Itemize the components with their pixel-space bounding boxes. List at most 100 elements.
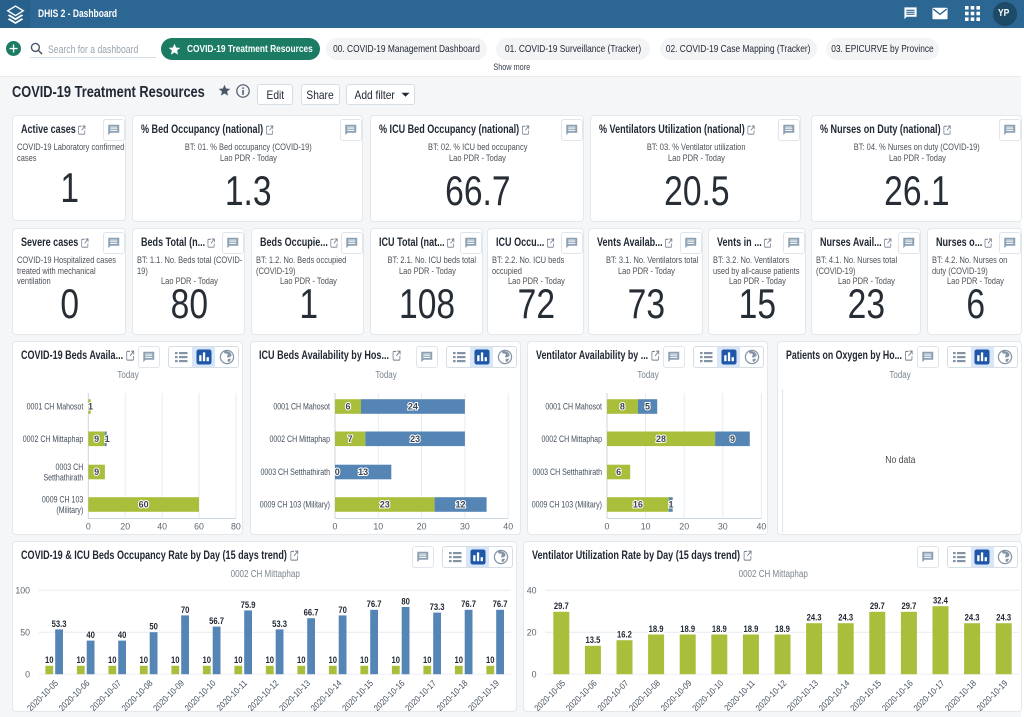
- svg-text:2020-10-19: 2020-10-19: [467, 678, 502, 712]
- svg-text:0: 0: [605, 522, 610, 532]
- svg-text:70: 70: [338, 604, 347, 615]
- svg-text:2020-10-05: 2020-10-05: [532, 678, 567, 712]
- svg-text:29.7: 29.7: [553, 601, 568, 612]
- svg-text:2020-10-15: 2020-10-15: [341, 678, 376, 712]
- svg-text:2020-10-14: 2020-10-14: [817, 678, 852, 712]
- svg-text:30: 30: [460, 522, 470, 532]
- svg-text:76.7: 76.7: [461, 599, 476, 610]
- svg-text:0003 CH: 0003 CH: [56, 462, 84, 472]
- svg-text:10: 10: [203, 655, 212, 666]
- svg-text:2020-10-06: 2020-10-06: [57, 678, 92, 712]
- svg-text:0002 CH Mittaphap: 0002 CH Mittaphap: [541, 434, 602, 444]
- svg-text:0: 0: [25, 669, 30, 679]
- svg-text:2020-10-11: 2020-10-11: [722, 678, 757, 712]
- svg-text:0001 CH Mahosot: 0001 CH Mahosot: [27, 402, 84, 412]
- svg-text:40: 40: [86, 629, 95, 640]
- svg-text:2020-10-16: 2020-10-16: [880, 678, 915, 712]
- svg-text:9: 9: [730, 434, 735, 444]
- svg-text:60: 60: [194, 522, 204, 532]
- svg-text:24.3: 24.3: [838, 612, 853, 623]
- svg-text:1: 1: [88, 402, 93, 412]
- svg-text:10: 10: [329, 655, 338, 666]
- svg-text:6: 6: [616, 467, 621, 477]
- svg-text:75.9: 75.9: [241, 599, 256, 610]
- svg-text:23: 23: [380, 500, 390, 510]
- svg-text:2020-10-17: 2020-10-17: [911, 678, 946, 712]
- svg-text:2020-10-09: 2020-10-09: [152, 678, 187, 712]
- svg-text:76.7: 76.7: [493, 599, 508, 610]
- svg-text:2020-10-11: 2020-10-11: [215, 678, 250, 712]
- svg-text:10: 10: [486, 655, 495, 666]
- svg-text:24.3: 24.3: [806, 612, 821, 623]
- svg-text:10: 10: [455, 655, 464, 666]
- svg-text:30: 30: [718, 522, 728, 532]
- svg-text:2020-10-13: 2020-10-13: [785, 678, 820, 712]
- svg-text:2020-10-10: 2020-10-10: [183, 678, 218, 712]
- svg-text:12: 12: [456, 500, 466, 510]
- svg-text:80: 80: [231, 522, 241, 532]
- svg-text:24.3: 24.3: [996, 612, 1011, 623]
- svg-text:10: 10: [266, 655, 275, 666]
- svg-text:73.3: 73.3: [430, 601, 445, 612]
- svg-text:0003 CH Setthathirath: 0003 CH Setthathirath: [260, 467, 330, 477]
- svg-text:10: 10: [423, 655, 432, 666]
- svg-text:40: 40: [757, 522, 767, 532]
- svg-text:2020-10-18: 2020-10-18: [435, 678, 470, 712]
- svg-text:16.2: 16.2: [617, 629, 632, 640]
- svg-text:53.3: 53.3: [272, 618, 287, 629]
- svg-text:20: 20: [526, 627, 536, 637]
- svg-text:40: 40: [526, 585, 536, 595]
- svg-text:20: 20: [679, 522, 689, 532]
- svg-text:0: 0: [531, 669, 536, 679]
- svg-text:0001 CH Mahosot: 0001 CH Mahosot: [545, 402, 602, 412]
- svg-text:2020-10-13: 2020-10-13: [278, 678, 313, 712]
- svg-text:32.4: 32.4: [933, 595, 948, 606]
- svg-text:66.7: 66.7: [304, 607, 319, 618]
- svg-text:0: 0: [335, 467, 340, 477]
- svg-text:20: 20: [120, 522, 130, 532]
- svg-text:10: 10: [641, 522, 651, 532]
- svg-text:1: 1: [668, 500, 673, 510]
- svg-text:18.9: 18.9: [648, 623, 663, 634]
- svg-text:10: 10: [373, 522, 383, 532]
- svg-text:40: 40: [118, 629, 127, 640]
- svg-text:10: 10: [45, 655, 54, 666]
- svg-text:2020-10-06: 2020-10-06: [564, 678, 599, 712]
- svg-text:13: 13: [358, 467, 368, 477]
- svg-text:1: 1: [105, 434, 110, 444]
- svg-text:24: 24: [408, 402, 418, 412]
- svg-text:29.7: 29.7: [869, 601, 884, 612]
- svg-text:2020-10-17: 2020-10-17: [404, 678, 439, 712]
- svg-text:(Military): (Military): [56, 505, 83, 515]
- svg-text:2020-10-19: 2020-10-19: [975, 678, 1010, 712]
- svg-text:10: 10: [77, 655, 86, 666]
- svg-text:2020-10-12: 2020-10-12: [753, 678, 788, 712]
- svg-text:13.5: 13.5: [585, 635, 600, 646]
- svg-text:2020-10-10: 2020-10-10: [690, 678, 725, 712]
- svg-text:9: 9: [94, 467, 99, 477]
- svg-text:16: 16: [633, 500, 643, 510]
- svg-text:6: 6: [345, 402, 350, 412]
- svg-text:0: 0: [86, 522, 91, 532]
- svg-text:2020-10-08: 2020-10-08: [627, 678, 662, 712]
- svg-text:100: 100: [15, 585, 30, 595]
- svg-text:53.3: 53.3: [52, 618, 67, 629]
- svg-text:80: 80: [401, 596, 410, 607]
- svg-text:70: 70: [181, 604, 190, 615]
- svg-text:2020-10-07: 2020-10-07: [89, 678, 124, 712]
- svg-text:2020-10-18: 2020-10-18: [943, 678, 978, 712]
- svg-text:18.9: 18.9: [680, 623, 695, 634]
- svg-text:8: 8: [620, 402, 625, 412]
- svg-text:0001 CH Mahosot: 0001 CH Mahosot: [273, 402, 330, 412]
- svg-text:56.7: 56.7: [209, 615, 224, 626]
- svg-text:18.9: 18.9: [711, 623, 726, 634]
- svg-text:9: 9: [94, 434, 99, 444]
- svg-text:0009 CH 103: 0009 CH 103: [42, 495, 84, 505]
- svg-text:0002 CH Mittaphap: 0002 CH Mittaphap: [269, 434, 330, 444]
- svg-text:0009 CH 103 (Military): 0009 CH 103 (Military): [260, 500, 331, 510]
- svg-text:76.7: 76.7: [367, 599, 382, 610]
- svg-text:10: 10: [171, 655, 180, 666]
- svg-text:2020-10-14: 2020-10-14: [309, 678, 344, 712]
- svg-text:29.7: 29.7: [901, 601, 916, 612]
- svg-text:Setthathirath: Setthathirath: [43, 473, 83, 483]
